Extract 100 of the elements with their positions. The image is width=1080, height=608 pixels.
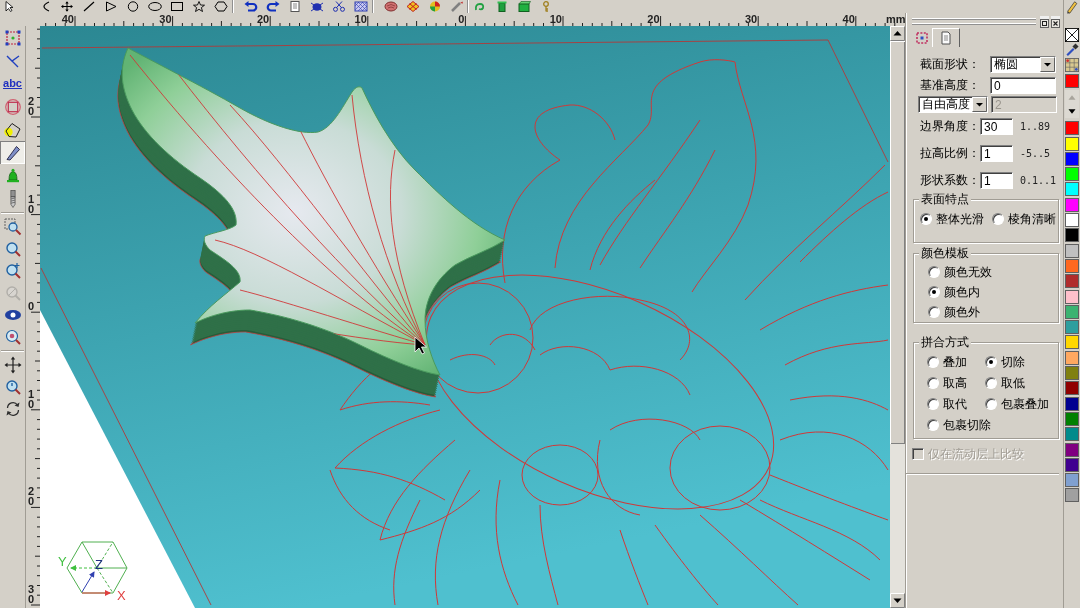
radio-button[interactable] [927,398,939,410]
ruler-label: 10 [28,388,35,409]
scroll-up-icon[interactable] [890,26,905,41]
pen-icon [3,143,22,162]
color-swatch[interactable] [1065,320,1079,335]
color-swatch[interactable] [1065,427,1079,442]
vertical-scrollbar[interactable] [890,26,905,608]
bug-icon[interactable] [310,1,324,12]
color-grid-icon[interactable] [1065,58,1079,72]
dropdown-arrow-icon[interactable] [1040,57,1055,72]
eyedropper-icon[interactable] [1065,43,1079,57]
blob-icon[interactable] [384,1,398,12]
input-field[interactable]: 1 [980,172,1013,189]
radio-label: 整体光滑 [936,211,984,227]
close-button[interactable] [1051,16,1060,25]
rectangle-icon[interactable] [170,1,184,12]
color-swatch[interactable] [1065,121,1079,136]
document-icon [939,31,953,45]
radio-button[interactable] [927,377,939,389]
color-swatch[interactable] [1065,274,1079,289]
input-field[interactable]: 1 [980,145,1013,162]
value-range: 1..89 [1020,120,1051,133]
ruler-label: 0 [458,13,465,25]
move-icon[interactable] [60,1,74,12]
axis-label: Y [58,554,67,569]
color-swatch[interactable] [1065,381,1079,396]
diamond-icon[interactable] [406,1,420,12]
pencil-icon[interactable] [450,1,464,12]
scrollbar-thumb[interactable] [890,41,905,444]
radio-button[interactable] [992,213,1004,225]
input-field[interactable]: 30 [980,118,1013,135]
zoom-icon [3,240,22,258]
color-swatch[interactable] [1065,197,1079,212]
ruler-label: 10 [28,193,35,214]
scissors-icon[interactable] [332,1,346,12]
color-swatch[interactable] [1065,151,1079,166]
axis-label: X [117,588,126,603]
ruler-label: 30 [744,13,758,25]
radio-button[interactable] [928,306,940,318]
no-color-icon[interactable] [1065,28,1079,42]
radio-button[interactable] [927,356,939,368]
color-swatch[interactable] [1065,396,1079,411]
radio-button[interactable] [928,286,940,298]
radio-button[interactable] [985,377,997,389]
radio-label: 取低 [1001,375,1025,391]
hexagon-icon[interactable] [214,1,228,12]
circle-icon[interactable] [126,1,140,12]
panel-grip-handle[interactable] [912,17,1036,24]
color-swatch[interactable] [1065,228,1079,243]
color-swatch[interactable] [1065,182,1079,197]
color-swatch[interactable] [1065,411,1079,426]
color-swatch[interactable] [1065,258,1079,273]
color-swatch[interactable] [1065,213,1079,228]
ellipse-icon[interactable] [148,1,162,12]
color-swatch[interactable] [1065,289,1079,304]
star-icon[interactable] [192,1,206,12]
scroll-down-icon[interactable] [1065,104,1079,118]
restore-button[interactable] [1040,16,1049,25]
radio-button[interactable] [920,213,932,225]
tool-button[interactable]: abc [0,72,25,95]
radio-button[interactable] [927,419,939,431]
field-label: 基准高度： [920,78,981,93]
zoom-icon [3,328,22,346]
color-swatch[interactable] [1065,350,1079,365]
redo-icon[interactable] [266,1,280,12]
radio-label: 颜色外 [944,304,980,320]
color-swatch[interactable] [1065,304,1079,319]
hatch-icon[interactable] [354,1,368,12]
scroll-down-icon[interactable] [890,593,905,608]
sphere-icon[interactable] [428,1,442,12]
ruler-label: 40 [61,13,74,25]
radio-button[interactable] [928,266,940,278]
color-swatch[interactable] [1065,243,1079,258]
color-swatch[interactable] [1065,488,1079,503]
color-swatch[interactable] [1065,136,1079,151]
pillar-icon[interactable] [495,1,509,12]
radio-button[interactable] [985,356,997,368]
radio-button[interactable] [985,398,997,410]
zoom-icon [3,284,22,302]
color-swatch[interactable] [1065,167,1079,182]
color-swatch[interactable] [1065,335,1079,350]
dropdown[interactable]: 椭圆 [990,56,1056,73]
color-swatch[interactable] [1065,457,1079,472]
document-icon[interactable] [288,1,302,12]
radio-label: 包裹切除 [943,417,991,433]
drill-bit-icon [9,189,16,208]
undo-icon[interactable] [244,1,258,12]
panel-tab[interactable] [932,28,960,47]
zoom-icon [3,378,22,396]
tool-button[interactable] [0,141,25,164]
line-icon[interactable] [82,1,96,12]
color-swatch[interactable] [1065,473,1079,488]
input-field[interactable]: 0 [990,77,1056,94]
color-swatch[interactable] [1065,442,1079,457]
ruler-label: 30 [28,584,35,604]
color-swatch[interactable] [1065,366,1079,381]
triangle-icon[interactable] [104,1,118,12]
pencil-icon[interactable] [1065,0,1079,14]
block-icon[interactable] [517,1,531,12]
dropdown-arrow-icon[interactable] [972,97,987,112]
